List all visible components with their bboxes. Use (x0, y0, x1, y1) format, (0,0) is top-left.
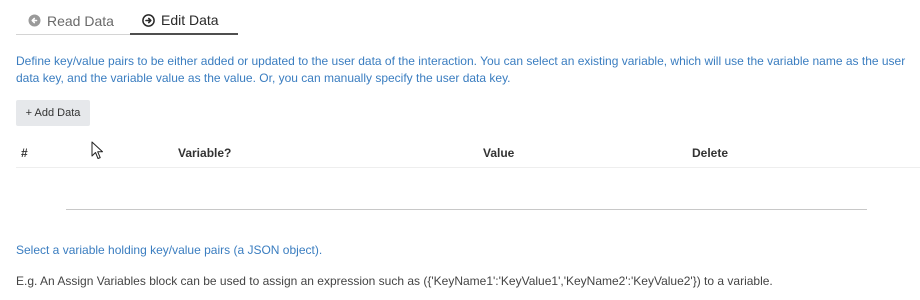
variable-hint-link[interactable]: Select a variable holding key/value pair… (16, 243, 322, 257)
section-divider (66, 209, 867, 210)
tab-edit-data-label: Edit Data (161, 12, 219, 28)
table-header: # Variable? Value Delete (16, 141, 920, 168)
example-hint-text: E.g. An Assign Variables block can be us… (16, 274, 773, 288)
column-header-delete: Delete (692, 146, 729, 160)
arrow-left-circle-icon (28, 14, 41, 27)
column-header-value: Value (483, 146, 515, 160)
tab-bar: Read Data Edit Data (16, 7, 238, 35)
description-line-2: data key, and the variable value as the … (16, 71, 511, 85)
column-header-number: # (21, 146, 28, 160)
arrow-right-circle-icon (142, 13, 155, 27)
mouse-cursor-icon (91, 141, 103, 159)
tab-edit-data[interactable]: Edit Data (130, 7, 238, 35)
add-data-button[interactable]: + Add Data (16, 100, 90, 126)
column-header-variable: Variable? (178, 146, 232, 160)
tab-read-data[interactable]: Read Data (16, 7, 130, 35)
description-text: Define key/value pairs to be either adde… (16, 53, 920, 87)
tab-read-data-label: Read Data (47, 12, 114, 29)
description-line-1: Define key/value pairs to be either adde… (16, 54, 906, 68)
